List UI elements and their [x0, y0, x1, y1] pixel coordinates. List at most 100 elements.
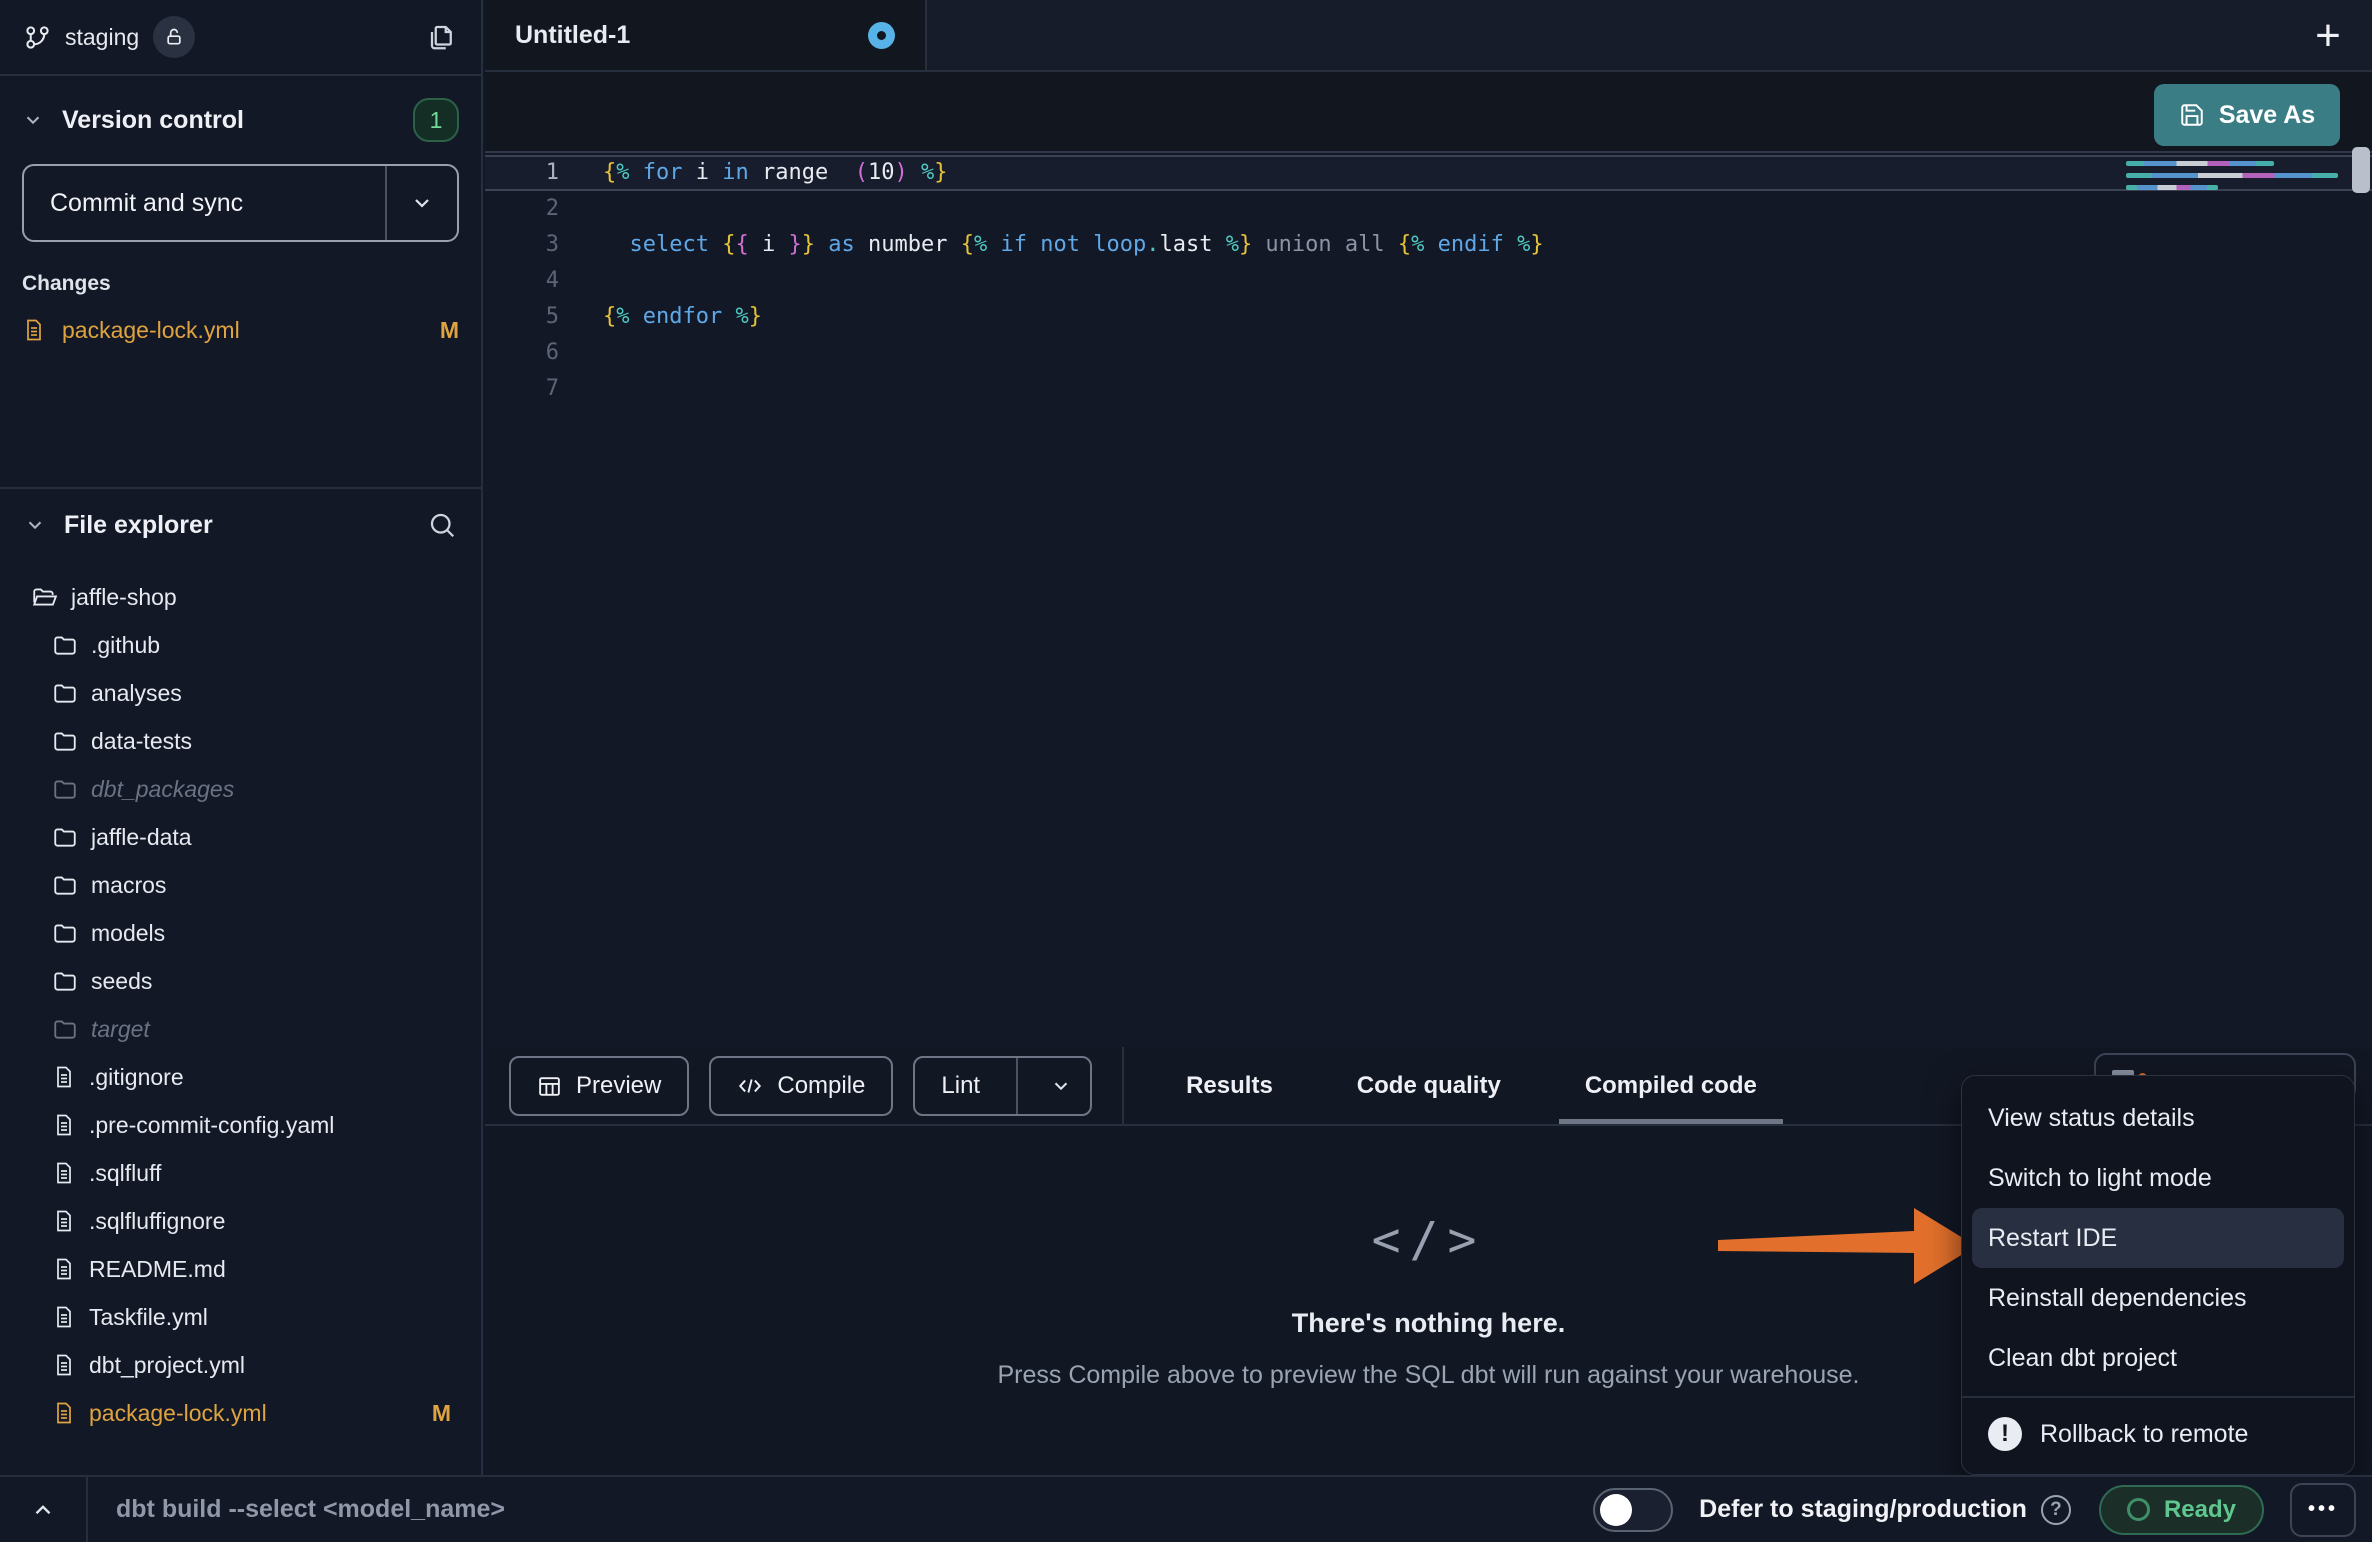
line-number: 7 — [485, 371, 603, 407]
file-tree-item[interactable]: .sqlfluffignore — [0, 1197, 481, 1245]
file-tree-item[interactable]: analyses — [0, 669, 481, 717]
command-input[interactable]: dbt build --select <model_name> — [116, 1495, 505, 1524]
file-tree-item[interactable]: dbt_packages — [0, 765, 481, 813]
menu-item-label: Rollback to remote — [2040, 1420, 2248, 1449]
code-line[interactable]: 6 — [485, 335, 2372, 371]
file-tree-item-label: seeds — [91, 968, 152, 995]
chevron-down-icon — [22, 109, 44, 131]
file-tree-item-label: .github — [91, 632, 160, 659]
menu-item-reinstall-dependencies[interactable]: Reinstall dependencies — [1962, 1268, 2354, 1328]
menu-item-label: Switch to light mode — [1988, 1164, 2212, 1193]
tab-untitled-1[interactable]: Untitled-1 — [485, 0, 927, 70]
results-tab-results[interactable]: Results — [1144, 1048, 1315, 1124]
copy-icon[interactable] — [427, 22, 457, 52]
menu-item-switch-to-light-mode[interactable]: Switch to light mode — [1962, 1148, 2354, 1208]
folder-icon — [52, 1016, 78, 1042]
folder-icon — [52, 680, 78, 706]
file-tree-item[interactable]: data-tests — [0, 717, 481, 765]
file-tree-item[interactable]: dbt_project.yml — [0, 1341, 481, 1389]
file-tree-item[interactable]: .github — [0, 621, 481, 669]
code-line[interactable]: 5{% endfor %} — [485, 299, 2372, 335]
code-text: select {{ i }} as number {% if not loop.… — [603, 227, 1544, 263]
branch-lock-chip — [153, 16, 195, 58]
expand-console-button[interactable] — [0, 1477, 88, 1542]
file-explorer-header[interactable]: File explorer — [0, 489, 481, 561]
new-tab-button[interactable]: + — [2304, 12, 2352, 60]
ready-dot-icon — [2127, 1498, 2150, 1521]
file-tree-item[interactable]: jaffle-shop — [0, 573, 481, 621]
table-icon — [537, 1074, 562, 1099]
save-as-button[interactable]: Save As — [2154, 84, 2340, 146]
more-options-button[interactable]: ••• — [2290, 1483, 2356, 1537]
code-icon — [737, 1073, 763, 1099]
chevron-down-icon[interactable] — [1032, 1075, 1090, 1097]
version-control-section: Version control 1 Commit and sync Change… — [0, 76, 481, 358]
menu-item-restart-ide[interactable]: Restart IDE — [1972, 1208, 2344, 1268]
file-tree-item[interactable]: Taskfile.yml — [0, 1293, 481, 1341]
folder-icon — [52, 920, 78, 946]
changes-list: package-lock.ymlM — [22, 302, 459, 358]
code-line[interactable]: 3 select {{ i }} as number {% if not loo… — [485, 227, 2372, 263]
chevron-down-icon — [24, 514, 46, 536]
toolbar-divider — [1122, 1047, 1124, 1125]
file-tree-item[interactable]: package-lock.ymlM — [0, 1389, 481, 1437]
editor-scrollbar-thumb[interactable] — [2352, 147, 2370, 193]
version-control-title: Version control — [62, 106, 244, 135]
file-tree-item[interactable]: .sqlfluff — [0, 1149, 481, 1197]
file-tree-item[interactable]: .gitignore — [0, 1053, 481, 1101]
file-tree-item[interactable]: .pre-commit-config.yaml — [0, 1101, 481, 1149]
code-line[interactable]: 4 — [485, 263, 2372, 299]
status-bar: dbt build --select <model_name> Defer to… — [0, 1475, 2372, 1542]
commit-options-caret[interactable] — [387, 166, 457, 240]
sidebar: staging Version control — [0, 0, 483, 1475]
file-tree-item[interactable]: README.md — [0, 1245, 481, 1293]
menu-item-rollback-to-remote[interactable]: !Rollback to remote — [1962, 1404, 2354, 1464]
commit-and-sync-label: Commit and sync — [24, 166, 385, 240]
menu-divider — [1962, 1396, 2354, 1398]
file-tree-item[interactable]: macros — [0, 861, 481, 909]
changed-file-row[interactable]: package-lock.ymlM — [22, 302, 459, 358]
menu-item-label: View status details — [1988, 1104, 2195, 1133]
results-tab-compiled-code[interactable]: Compiled code — [1543, 1048, 1799, 1124]
file-tree-item[interactable]: jaffle-data — [0, 813, 481, 861]
menu-item-clean-dbt-project[interactable]: Clean dbt project — [1962, 1328, 2354, 1388]
code-line[interactable]: 1{% for i in range (10) %} — [485, 155, 2372, 191]
preview-button[interactable]: Preview — [509, 1056, 689, 1116]
status-bar-right: Defer to staging/production ? Ready ••• — [1593, 1483, 2372, 1537]
menu-item-label: Reinstall dependencies — [1988, 1284, 2247, 1313]
folder-icon — [52, 632, 78, 658]
file-icon — [52, 1112, 76, 1138]
code-text: {% for i in range (10) %} — [603, 155, 947, 191]
ready-label: Ready — [2164, 1496, 2236, 1524]
minimap[interactable] — [2126, 159, 2344, 193]
compile-label: Compile — [777, 1072, 865, 1100]
file-icon — [52, 1352, 76, 1378]
branch-bar: staging — [0, 0, 481, 76]
results-tab-code-quality[interactable]: Code quality — [1315, 1048, 1543, 1124]
code-editor[interactable]: 1{% for i in range (10) %}23 select {{ i… — [485, 155, 2372, 1048]
file-tree-item[interactable]: seeds — [0, 957, 481, 1005]
file-tree: jaffle-shop .github analyses data-tests dbt_… — [0, 573, 481, 1475]
version-control-header[interactable]: Version control 1 — [22, 76, 459, 164]
line-number: 6 — [485, 335, 603, 371]
file-tree-item[interactable]: target — [0, 1005, 481, 1053]
menu-item-label: Clean dbt project — [1988, 1344, 2177, 1373]
tab-bar: Untitled-1 + — [485, 0, 2372, 72]
lint-button[interactable]: Lint — [913, 1056, 1092, 1116]
code-text: {% endfor %} — [603, 299, 762, 335]
branch-name[interactable]: staging — [65, 24, 139, 51]
file-tree-item-label: jaffle-shop — [71, 584, 177, 611]
file-tree-item[interactable]: models — [0, 909, 481, 957]
status-badge[interactable]: Ready — [2099, 1485, 2264, 1535]
commit-and-sync-button[interactable]: Commit and sync — [22, 164, 459, 242]
code-line[interactable]: 2 — [485, 191, 2372, 227]
compile-button[interactable]: Compile — [709, 1056, 893, 1116]
file-tree-item-label: data-tests — [91, 728, 192, 755]
menu-item-view-status-details[interactable]: View status details — [1962, 1088, 2354, 1148]
search-icon[interactable] — [427, 510, 457, 540]
save-icon — [2179, 102, 2205, 128]
modified-badge: M — [432, 1400, 451, 1427]
help-icon[interactable]: ? — [2041, 1495, 2071, 1525]
defer-toggle[interactable] — [1593, 1488, 1673, 1532]
code-line[interactable]: 7 — [485, 371, 2372, 407]
